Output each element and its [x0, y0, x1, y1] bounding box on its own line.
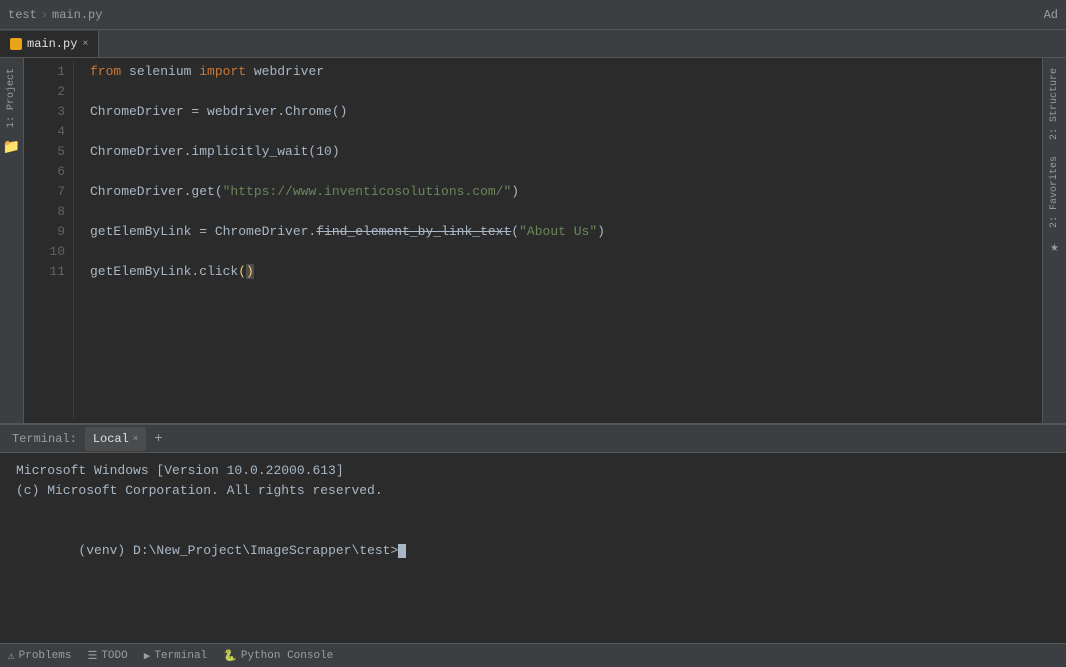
terminal-line-2: (c) Microsoft Corporation. All rights re… — [16, 481, 1050, 501]
right-sidebar: 2: Structure 2: Favorites ★ — [1042, 58, 1066, 423]
line-num-2: 2 — [32, 82, 65, 102]
terminal-cursor — [398, 544, 406, 558]
breadcrumb-sep: › — [41, 8, 48, 22]
tab-file-icon — [10, 38, 22, 50]
sidebar-item-favorites[interactable]: 2: Favorites — [1047, 150, 1062, 234]
top-bar: test › main.py Ad — [0, 0, 1066, 30]
status-item-problems[interactable]: ⚠ Problems — [8, 649, 71, 663]
panel-area: Terminal: Local × + Microsoft Windows [V… — [0, 423, 1066, 643]
code-container[interactable]: 1 2 3 4 5 6 7 8 9 10 11 from selenium im… — [24, 58, 1042, 423]
code-line-11: getElemByLink.click() — [90, 262, 1026, 282]
tab-label: main.py — [27, 37, 77, 51]
problems-label: Problems — [19, 650, 72, 662]
code-line-6 — [90, 162, 1026, 182]
todo-icon: ☰ — [87, 649, 97, 663]
panel-terminal-label: Terminal: — [8, 432, 81, 446]
terminal-line-1: Microsoft Windows [Version 10.0.22000.61… — [16, 461, 1050, 481]
line-num-8: 8 — [32, 202, 65, 222]
top-bar-right: Ad — [1044, 8, 1058, 22]
todo-label: TODO — [101, 650, 127, 662]
status-item-todo[interactable]: ☰ TODO — [87, 649, 127, 663]
line-num-3: 3 — [32, 102, 65, 122]
panel-tabs: Terminal: Local × + — [0, 425, 1066, 453]
folder-icon[interactable]: 📁 — [3, 138, 21, 156]
star-icon[interactable]: ★ — [1046, 238, 1064, 256]
file-tab-main[interactable]: main.py × — [0, 31, 99, 57]
line-num-6: 6 — [32, 162, 65, 182]
terminal-prompt-line: (venv) D:\New_Project\ImageScrapper\test… — [16, 521, 1050, 581]
python-console-label: Python Console — [241, 650, 333, 662]
sidebar-item-structure[interactable]: 2: Structure — [1047, 62, 1062, 146]
panel-content[interactable]: Microsoft Windows [Version 10.0.22000.61… — [0, 453, 1066, 643]
breadcrumb: test › main.py — [8, 8, 102, 22]
sidebar-item-project[interactable]: 1: Project — [4, 62, 19, 134]
code-line-9: getElemByLink = ChromeDriver.find_elemen… — [90, 222, 1026, 242]
terminal-status-label: Terminal — [154, 650, 207, 662]
panel-tab-local[interactable]: Local × — [85, 427, 146, 451]
line-num-9: 9 — [32, 222, 65, 242]
code-line-10 — [90, 242, 1026, 262]
panel-tab-plus[interactable]: + — [150, 431, 166, 447]
terminal-prompt-text: (venv) D:\New_Project\ImageScrapper\test… — [78, 543, 398, 558]
code-line-8 — [90, 202, 1026, 222]
line-num-4: 4 — [32, 122, 65, 142]
warning-icon: ⚠ — [8, 649, 15, 663]
line-num-1: 1 — [32, 62, 65, 82]
panel-tab-local-label: Local — [93, 432, 129, 446]
editor-area: 1 2 3 4 5 6 7 8 9 10 11 from selenium im… — [24, 58, 1042, 423]
code-line-7: ChromeDriver.get("https://www.inventicos… — [90, 182, 1026, 202]
main-area: 1: Project 📁 1 2 3 4 5 6 7 8 9 10 11 — [0, 58, 1066, 643]
line-numbers: 1 2 3 4 5 6 7 8 9 10 11 — [24, 62, 74, 419]
python-console-icon: 🐍 — [223, 649, 237, 663]
line-num-7: 7 — [32, 182, 65, 202]
panel-tab-close[interactable]: × — [133, 434, 138, 444]
breadcrumb-file[interactable]: main.py — [52, 8, 102, 22]
line-num-11: 11 — [32, 262, 65, 282]
code-line-1: from selenium import webdriver — [90, 62, 1026, 82]
code-lines: from selenium import webdriver ChromeDri… — [74, 62, 1042, 419]
line-num-10: 10 — [32, 242, 65, 262]
terminal-status-icon: ▶ — [144, 649, 151, 663]
code-line-4 — [90, 122, 1026, 142]
tab-close-button[interactable]: × — [82, 39, 88, 50]
left-sidebar: 1: Project 📁 — [0, 58, 24, 423]
status-bar: ⚠ Problems ☰ TODO ▶ Terminal 🐍 Python Co… — [0, 643, 1066, 667]
status-item-python-console[interactable]: 🐍 Python Console — [223, 649, 333, 663]
line-num-5: 5 — [32, 142, 65, 162]
breadcrumb-project[interactable]: test — [8, 8, 37, 22]
code-line-2 — [90, 82, 1026, 102]
code-line-3: ChromeDriver = webdriver.Chrome() — [90, 102, 1026, 122]
code-line-5: ChromeDriver.implicitly_wait(10) — [90, 142, 1026, 162]
status-item-terminal[interactable]: ▶ Terminal — [144, 649, 207, 663]
tabs-row: main.py × — [0, 30, 1066, 58]
terminal-line-3 — [16, 501, 1050, 521]
